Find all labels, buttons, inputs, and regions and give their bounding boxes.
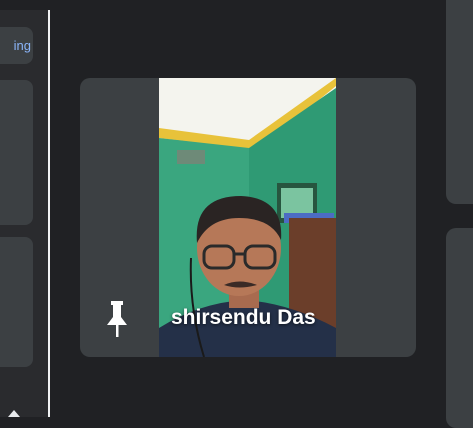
side-participant-tile-right[interactable] bbox=[446, 0, 473, 204]
chevron-up-icon[interactable] bbox=[8, 410, 20, 417]
side-participant-tile[interactable] bbox=[0, 237, 33, 367]
side-panel-button[interactable]: ing bbox=[0, 27, 33, 64]
side-panel: ing bbox=[0, 10, 50, 417]
participant-name: shirsendu Das bbox=[171, 306, 316, 329]
side-participant-tile-right[interactable] bbox=[446, 228, 473, 428]
side-participant-tile[interactable] bbox=[0, 80, 33, 225]
pin-icon bbox=[107, 301, 127, 337]
pin-button[interactable] bbox=[102, 299, 132, 339]
side-panel-button-label: ing bbox=[13, 38, 31, 53]
participant-tile[interactable]: shirsendu Das bbox=[80, 78, 416, 357]
